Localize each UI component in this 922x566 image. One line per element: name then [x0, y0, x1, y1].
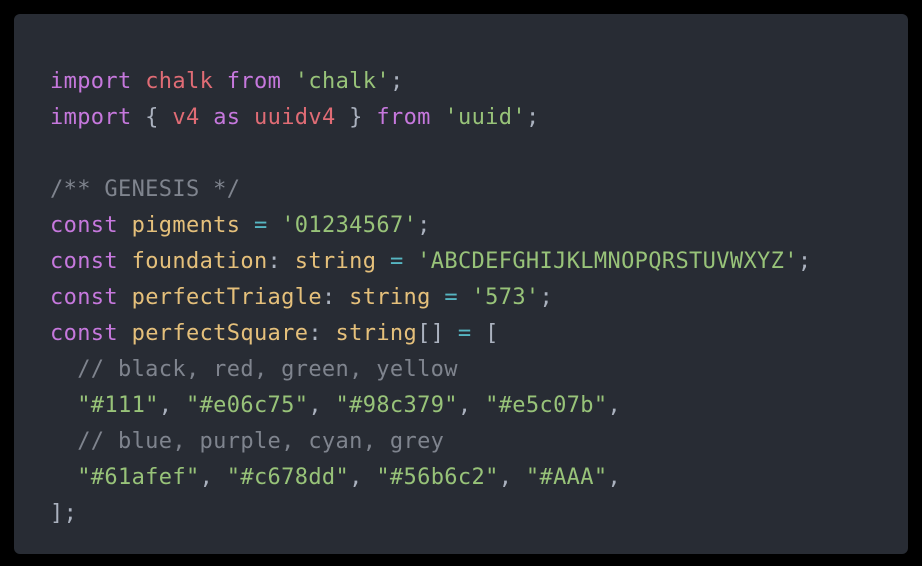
code-token-string: 'uuid' [444, 105, 526, 130]
code-token-punct: { [131, 105, 173, 130]
code-token-punct: : [321, 285, 350, 310]
code-line: const foundation: string = 'ABCDEFGHIJKL… [50, 244, 908, 280]
code-token-punct [118, 249, 132, 274]
code-token-punct [50, 357, 77, 382]
code-line: ]; [50, 496, 908, 532]
code-token-string: "#e5c07b" [485, 393, 608, 418]
code-token-punct: [] [417, 321, 458, 346]
code-token-punct [431, 105, 445, 130]
code-token-punct: : [267, 249, 295, 274]
code-token-operator: = [444, 285, 458, 310]
code-token-punct [268, 213, 282, 238]
code-block: import chalk from 'chalk'; import { v4 as… [50, 64, 908, 532]
code-token-decl: foundation [131, 249, 268, 274]
code-line: const perfectTriagle: string = '573'; [50, 280, 908, 316]
code-token-punct: ; [389, 69, 404, 94]
code-token-string: "#c678dd" [226, 465, 350, 490]
code-token-decl: perfectTriagle [131, 285, 322, 310]
code-token-keyword: from [226, 69, 282, 94]
code-token-punct [50, 465, 77, 490]
code-token-punct [50, 429, 77, 454]
code-token-punct [200, 105, 214, 130]
code-token-string: "#56b6c2" [376, 465, 499, 490]
code-token-punct: , [199, 465, 227, 490]
code-token-string: "#e06c75" [185, 393, 309, 418]
code-line: // black, red, green, yellow [50, 352, 908, 388]
code-token-punct [404, 249, 418, 274]
code-token-decl: pigments [131, 213, 241, 238]
code-token-punct: , [498, 465, 526, 490]
code-token-punct: , [457, 393, 486, 418]
code-token-operator: = [253, 213, 268, 238]
code-token-string: 'chalk' [294, 69, 390, 94]
code-token-decl: string [349, 285, 431, 310]
code-token-string: "#61afef" [77, 465, 200, 490]
code-token-punct: } [335, 105, 377, 130]
code-token-punct [281, 69, 295, 94]
code-line: /** GENESIS */ [50, 172, 908, 208]
code-token-punct [213, 69, 227, 94]
code-token-operator: = [389, 249, 404, 274]
code-token-punct: , [607, 393, 622, 418]
code-token-keyword: from [376, 105, 431, 130]
code-line: "#61afef", "#c678dd", "#56b6c2", "#AAA", [50, 460, 908, 496]
code-token-punct [50, 393, 77, 418]
code-token-operator: = [457, 321, 472, 346]
code-token-string: "#98c379" [335, 393, 458, 418]
code-token-punct: ; [797, 249, 812, 274]
code-token-string: "#111" [77, 393, 159, 418]
code-token-punct: , [308, 393, 336, 418]
code-token-punct [431, 285, 445, 310]
code-editor-panel: import chalk from 'chalk'; import { v4 as… [14, 14, 908, 554]
code-token-punct: ; [539, 285, 554, 310]
code-token-punct [240, 105, 254, 130]
code-token-punct [118, 285, 132, 310]
code-token-variable: v4 [172, 105, 200, 130]
code-token-keyword: import [50, 69, 132, 94]
code-token-keyword: const [50, 213, 118, 238]
code-line: import chalk from 'chalk'; [50, 64, 908, 100]
code-line: import { v4 as uuidv4 } from 'uuid'; [50, 100, 908, 136]
code-token-punct: : [308, 321, 336, 346]
code-token-punct: , [607, 465, 622, 490]
code-line: // blue, purple, cyan, grey [50, 424, 908, 460]
code-token-punct [132, 69, 146, 94]
code-token-keyword: const [50, 321, 118, 346]
code-token-punct [376, 249, 390, 274]
code-line: const perfectSquare: string[] = [ [50, 316, 908, 352]
code-line: "#111", "#e06c75", "#98c379", "#e5c07b", [50, 388, 908, 424]
code-line: const pigments = '01234567'; [50, 208, 908, 244]
code-token-punct [118, 321, 132, 346]
code-token-string: "#AAA" [525, 465, 608, 490]
code-token-keyword: const [50, 249, 118, 274]
code-token-punct: ; [417, 213, 431, 238]
code-token-decl: string [294, 249, 377, 274]
code-token-keyword: const [50, 285, 118, 310]
code-token-punct: , [349, 465, 377, 490]
code-token-string: '01234567' [281, 213, 418, 238]
code-token-variable: chalk [145, 69, 214, 94]
code-token-punct: ; [525, 105, 540, 130]
code-token-keyword: import [50, 105, 132, 130]
code-token-punct [458, 285, 472, 310]
code-token-variable: uuidv4 [254, 105, 336, 130]
code-token-punct [118, 213, 132, 238]
code-token-comment: /** GENESIS */ [50, 177, 241, 202]
code-token-punct: ]; [50, 501, 78, 526]
code-token-decl: string [335, 321, 418, 346]
code-token-punct: , [158, 393, 186, 418]
code-token-comment: // black, red, green, yellow [77, 357, 458, 382]
code-token-punct: [ [471, 321, 499, 346]
code-token-keyword: as [213, 105, 241, 130]
code-token-comment: // blue, purple, cyan, grey [77, 429, 445, 454]
code-token-string: '573' [471, 285, 540, 310]
code-token-punct [240, 213, 254, 238]
code-token-string: 'ABCDEFGHIJKLMNOPQRSTUVWXYZ' [417, 249, 798, 274]
code-token-decl: perfectSquare [131, 321, 309, 346]
